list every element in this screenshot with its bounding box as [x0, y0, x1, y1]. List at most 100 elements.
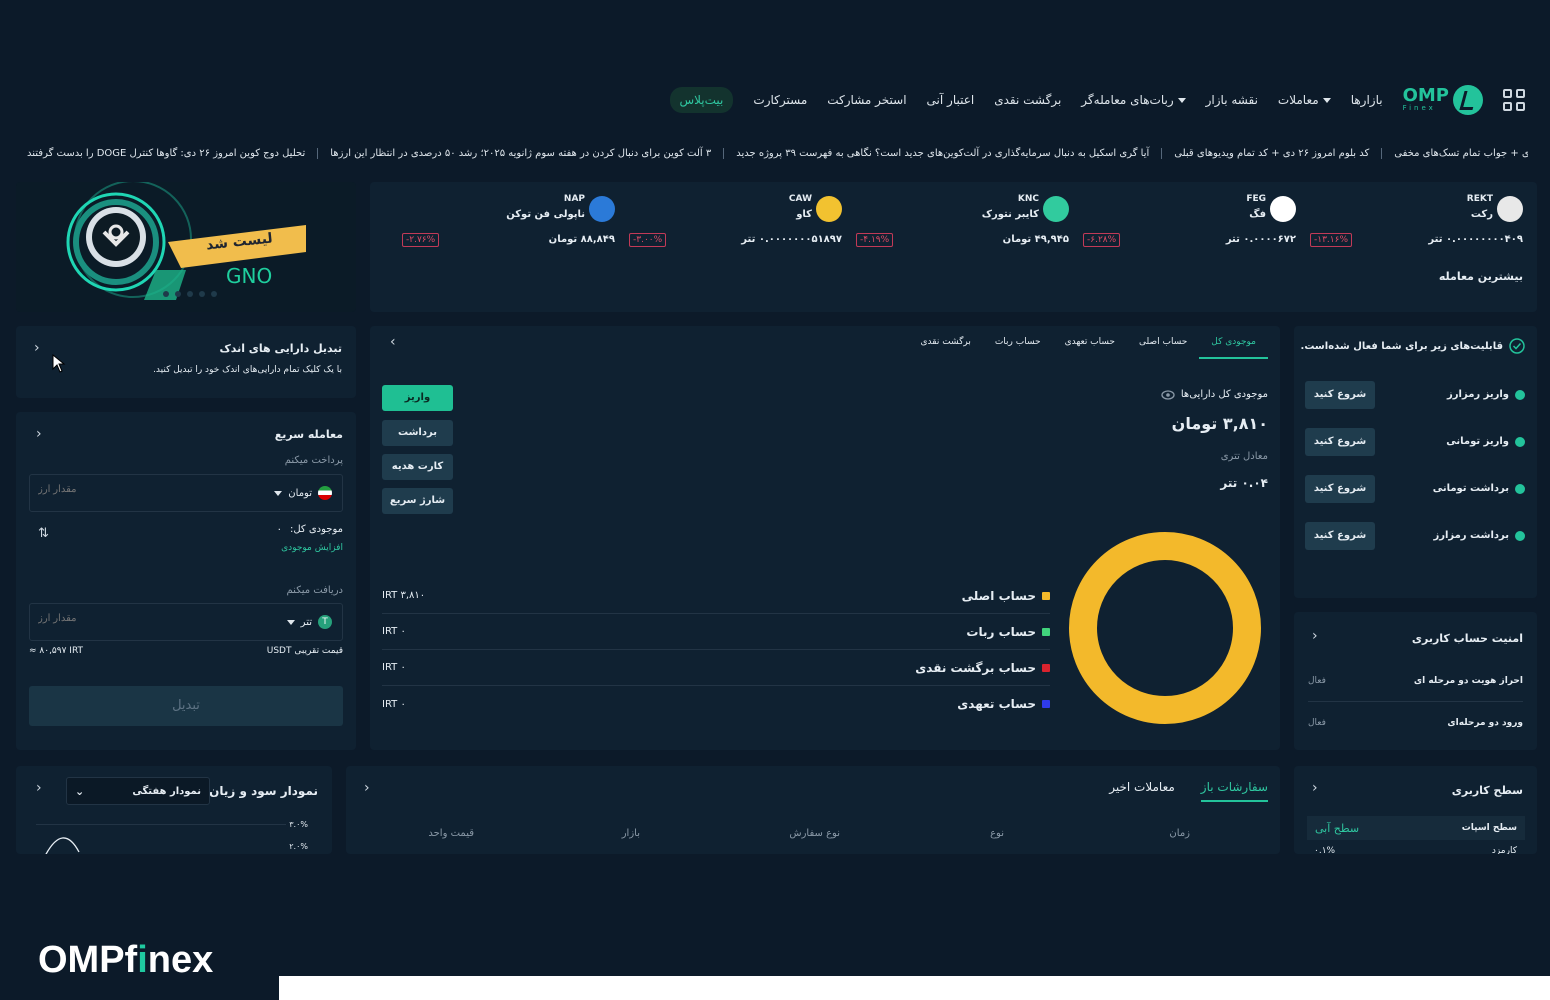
start-button[interactable]: شروع کنید: [1305, 427, 1375, 456]
nav-trades[interactable]: معاملات: [1278, 93, 1331, 107]
check-icon: [1515, 436, 1525, 447]
approx-price-label: قیمت تقریبی USDT: [266, 646, 343, 656]
account-row[interactable]: ۰ IRT حساب برگشت نقدی: [382, 650, 1050, 686]
receive-currency-select[interactable]: T تتر: [286, 615, 332, 629]
pay-field[interactable]: تومان: [29, 474, 343, 512]
account-value: ۳,۸۱۰ IRT: [382, 590, 426, 601]
gift-card-button[interactable]: کارت هدیه: [382, 454, 453, 480]
pay-amount-input[interactable]: [38, 484, 198, 495]
wallet-tab[interactable]: حساب ربات: [983, 334, 1053, 359]
ticker-item[interactable]: ۳ آلت کوین برای دنبال کردن در هفته سوم ژ…: [317, 147, 723, 159]
chevron-left-icon[interactable]: ‹: [1312, 780, 1318, 796]
account-value: ۰ IRT: [382, 626, 406, 637]
logo[interactable]: OMP Finex: [1403, 85, 1483, 115]
wallet-tab[interactable]: برگشت نقدی: [909, 334, 983, 359]
coins-strip: REKT رکت ۰.۰۰۰۰۰۰۰۰۴۰۹ تتر -۱۳.۱۶% FEG ف…: [370, 182, 1537, 312]
coin-symbol: KNC: [1017, 194, 1039, 204]
coin-logo-icon: [1270, 196, 1296, 222]
coin-card[interactable]: FEG فگ ۰.۰۰۰۰۶۷۲ تتر -۶.۲۸%: [1069, 194, 1296, 254]
coin-price: ۴۹,۹۴۵ تومان: [1002, 234, 1069, 245]
tab-open-orders[interactable]: سفارشات باز: [1200, 780, 1268, 802]
start-button[interactable]: شروع کنید: [1305, 521, 1375, 550]
most-traded-title: بیشترین معامله: [1438, 270, 1523, 283]
security-row-2fa-auth[interactable]: احراز هویت دو مرحله ای فعال: [1308, 660, 1523, 702]
coin-logo-icon: [589, 196, 615, 222]
quick-trade-title: معامله سریع: [274, 428, 343, 441]
nav-instant-credit[interactable]: اعتبار آنی: [927, 93, 975, 107]
features-card: قابلیت‌های زیر برای شما فعال شده‌است. وا…: [1294, 326, 1537, 598]
wallet-tab[interactable]: موجودی کل: [1199, 334, 1268, 359]
small-assets-title: تبدیل دارایی های اندک: [219, 342, 342, 355]
wallet-tab[interactable]: حساب تعهدی: [1053, 334, 1127, 359]
chevron-left-icon[interactable]: ‹: [1312, 628, 1318, 644]
wallet-tab[interactable]: حساب اصلی: [1127, 334, 1199, 359]
coin-change-badge: -۱۳.۱۶%: [1310, 233, 1352, 247]
coin-price: ۰.۰۰۰۰۰۰۰۰۴۰۹ تتر: [1428, 234, 1523, 245]
nav-bitplus[interactable]: بیت‌پلاس: [669, 87, 734, 113]
deposit-button[interactable]: واریز: [382, 385, 453, 411]
account-row[interactable]: ۳,۸۱۰ IRT حساب اصلی: [382, 578, 1050, 614]
chevron-left-icon[interactable]: ‹: [364, 780, 370, 796]
approx-price-value: ≈ ۸۰,۵۹۷ IRT: [29, 646, 84, 656]
nav-mastercard[interactable]: مسترکارت: [753, 93, 807, 107]
receive-field[interactable]: T تتر: [29, 603, 343, 641]
receive-amount-input[interactable]: [38, 613, 198, 624]
logo-text: OMP: [1402, 85, 1449, 106]
ticker-item[interactable]: کد تپ سواپ امروز ۲۶ دی + جواب تمام تسک‌ه…: [1381, 147, 1528, 159]
chevron-left-icon[interactable]: ‹: [36, 426, 42, 442]
swap-arrows-icon[interactable]: ⇅: [38, 526, 49, 541]
ticker-item[interactable]: تحلیل دوج کوین امروز ۲۶ دی: گاوها کنترل …: [15, 148, 317, 159]
coin-symbol: FEG: [1246, 194, 1266, 204]
coin-card[interactable]: NAP ناپولی فن توکن ۸۸,۸۴۹ تومان -۲.۷۶%: [388, 194, 615, 254]
gno-banner-art: [66, 182, 306, 300]
increase-balance-link[interactable]: افزایش موجودی: [281, 543, 343, 553]
eye-icon[interactable]: [1161, 389, 1175, 400]
balance-donut-chart: [1069, 532, 1261, 724]
pay-currency-select[interactable]: تومان: [274, 486, 332, 500]
pnl-card: نمودار سود و زیان نمودار هفتگی ⌄ ‹ ۳.۰% …: [16, 766, 332, 854]
account-row[interactable]: ۰ IRT حساب ربات: [382, 614, 1050, 650]
tether-equiv-label: معادل تتری: [1220, 451, 1268, 462]
security-row-2fa-login[interactable]: ورود دو مرحله‌ای فعال: [1308, 702, 1523, 744]
top-nav: OMP Finex بازارها معاملات نقشه بازار ربا…: [669, 84, 1525, 116]
coin-symbol: CAW: [788, 194, 812, 204]
start-button[interactable]: شروع کنید: [1305, 380, 1375, 409]
chevron-left-icon[interactable]: ‹: [390, 334, 396, 350]
iran-flag-icon: [318, 486, 332, 500]
account-row[interactable]: ۰ IRT حساب تعهدی: [382, 686, 1050, 722]
small-assets-card[interactable]: تبدیل دارایی های اندک با یک کلیک تمام دا…: [16, 326, 356, 398]
nav-market-map[interactable]: نقشه بازار: [1206, 93, 1258, 107]
user-level-title: سطح کاربری: [1451, 784, 1523, 797]
quick-charge-button[interactable]: شارژ سریع: [382, 488, 453, 514]
coin-price: ۰.۰۰۰۰۶۷۲ تتر: [1225, 234, 1296, 245]
coin-logo-icon: [1497, 196, 1523, 222]
logo-icon: [1453, 85, 1483, 115]
chevron-down-icon: [286, 619, 295, 625]
feature-row: واریز رمزارز شروع کنید: [1305, 371, 1525, 418]
account-name: حساب ربات: [966, 624, 1036, 639]
coin-card[interactable]: KNC کایبر نتورک ۴۹,۹۴۵ تومان -۴.۱۹%: [842, 194, 1069, 254]
col-time: زمان: [1169, 828, 1190, 839]
check-icon: [1515, 530, 1525, 541]
coin-name: کاو: [796, 209, 812, 220]
coin-card[interactable]: CAW کاو ۰.۰۰۰۰۰۰۰۵۱۸۹۷ تتر -۳.۰۰%: [615, 194, 842, 254]
convert-button[interactable]: تبدیل: [29, 686, 343, 726]
security-title: امنیت حساب کاربری: [1411, 632, 1523, 645]
nav-cashback[interactable]: برگشت نقدی: [994, 93, 1061, 107]
withdraw-button[interactable]: برداشت: [382, 420, 453, 446]
security-card: امنیت حساب کاربری ‹ احراز هویت دو مرحله …: [1294, 612, 1537, 750]
nav-trading-bots[interactable]: ربات‌های معامله‌گر: [1081, 93, 1186, 107]
nav-staking-pool[interactable]: استخر مشارکت: [827, 93, 906, 107]
gno-banner[interactable]: لیست شد GNO: [16, 182, 356, 312]
nav-markets[interactable]: بازارها: [1351, 93, 1383, 107]
tab-recent-trades[interactable]: معاملات اخیر: [1109, 780, 1175, 802]
app-grid-icon[interactable]: [1503, 89, 1525, 111]
chevron-left-icon[interactable]: ‹: [36, 780, 42, 796]
coin-card[interactable]: REKT رکت ۰.۰۰۰۰۰۰۰۰۴۰۹ تتر -۱۳.۱۶%: [1296, 194, 1523, 254]
ticker-item[interactable]: آیا گری اسکیل به دنبال سرمایه‌گذاری در آ…: [723, 147, 1161, 159]
start-button[interactable]: شروع کنید: [1305, 474, 1375, 503]
ticker-item[interactable]: کد بلوم امروز ۲۶ دی + کد تمام ویدیوهای ق…: [1161, 147, 1381, 159]
coin-logo-icon: [816, 196, 842, 222]
pnl-period-select[interactable]: نمودار هفتگی ⌄: [66, 777, 210, 805]
chevron-left-icon[interactable]: ‹: [34, 340, 40, 356]
